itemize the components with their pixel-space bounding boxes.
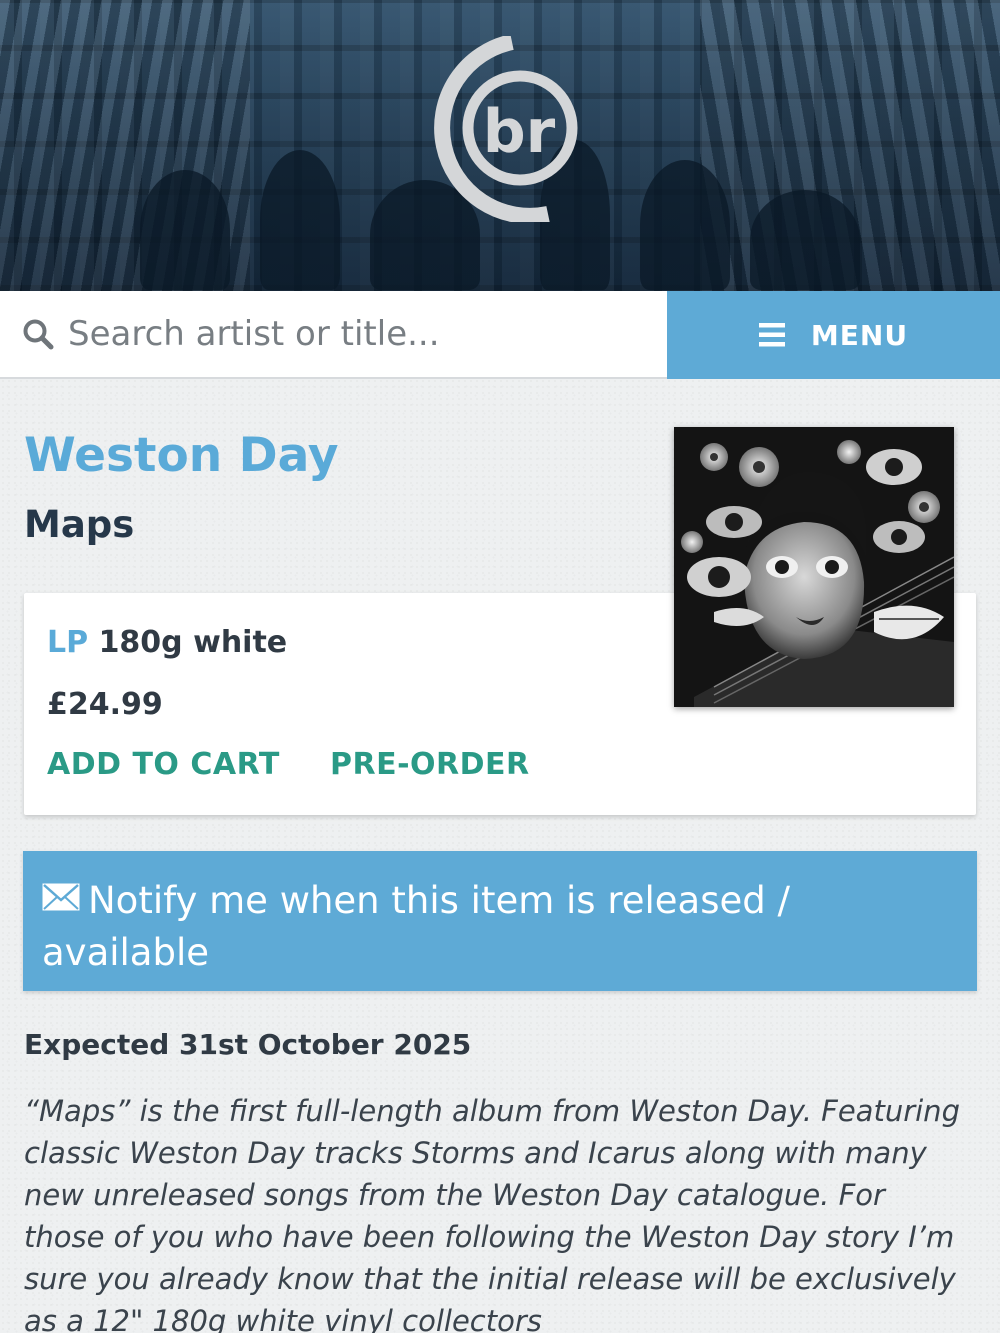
- product-description: “Maps” is the first full-length album fr…: [24, 1094, 960, 1333]
- hamburger-icon: [758, 323, 785, 347]
- search-input[interactable]: [68, 304, 648, 364]
- menu-label: MENU: [810, 318, 909, 352]
- format-line: LP 180g white: [47, 625, 287, 660]
- menu-button[interactable]: MENU: [667, 291, 1000, 379]
- notify-label: Notify me when this item is released / a…: [42, 879, 790, 974]
- envelope-icon: [42, 873, 80, 911]
- search-icon[interactable]: [22, 318, 54, 350]
- svg-text:br: br: [483, 97, 556, 167]
- price: £24.99: [47, 687, 163, 722]
- search-bar: [0, 291, 667, 379]
- album-title: Maps: [24, 503, 135, 546]
- artist-name[interactable]: Weston Day: [24, 428, 339, 483]
- add-to-cart-button[interactable]: ADD TO CART: [47, 747, 280, 782]
- header-banner: br: [0, 0, 1000, 291]
- pre-order-button[interactable]: PRE-ORDER: [330, 747, 530, 782]
- notify-me-button[interactable]: Notify me when this item is released / a…: [23, 851, 977, 991]
- album-cover-image[interactable]: [674, 427, 954, 707]
- format-type: LP: [47, 625, 89, 660]
- expected-release-date: Expected 31st October 2025: [24, 1028, 472, 1061]
- site-logo[interactable]: br: [420, 34, 580, 224]
- format-description: 180g white: [98, 625, 288, 660]
